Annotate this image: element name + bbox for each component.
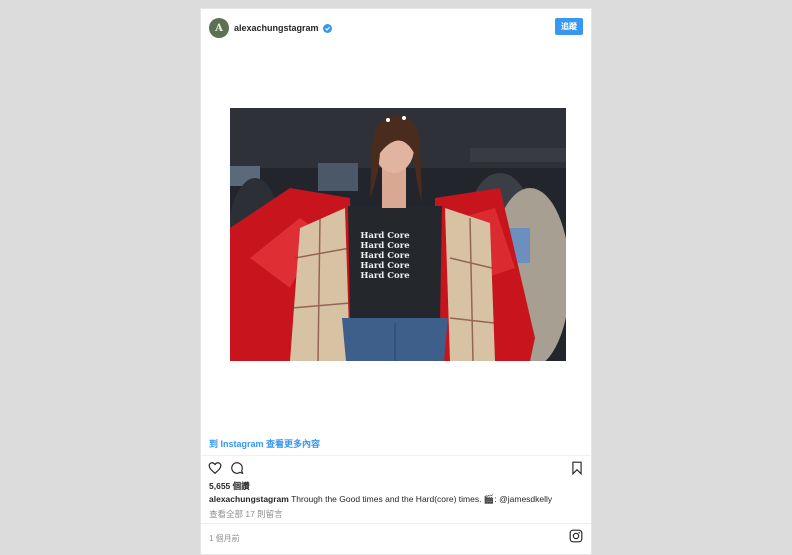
bookmark-icon[interactable]	[570, 461, 584, 475]
view-all-comments-link[interactable]: 查看全部 17 則留言	[209, 508, 283, 520]
caption-username[interactable]: alexachungstagram	[209, 494, 289, 504]
post-timestamp: 1 個月前	[209, 534, 240, 543]
follow-button[interactable]: 追蹤	[555, 18, 583, 35]
shirt-text: Hard Core Hard Core Hard Core Hard Core …	[350, 231, 420, 281]
instagram-embed-card: A alexachungstagram 追蹤 Hard Core Hard Co…	[200, 8, 592, 555]
avatar[interactable]: A	[209, 18, 229, 38]
shirt-text-line: Hard Core	[360, 271, 410, 281]
verified-badge-icon	[322, 23, 332, 33]
comment-icon[interactable]	[230, 461, 244, 475]
post-header: A alexachungstagram 追蹤	[209, 17, 583, 39]
shirt-text-line: Hard Core	[360, 231, 410, 241]
view-on-instagram-link[interactable]: 到 Instagram 查看更多內容	[209, 437, 320, 450]
divider	[201, 523, 591, 524]
caption: alexachungstagram Through the Good times…	[209, 494, 583, 505]
instagram-icon[interactable]	[569, 529, 583, 543]
like-count[interactable]: 5,655 個讚	[209, 480, 250, 492]
shirt-text-line: Hard Core	[360, 251, 410, 261]
shirt-text-line: Hard Core	[360, 261, 410, 271]
divider	[201, 455, 591, 456]
heart-icon[interactable]	[208, 461, 222, 475]
caption-text: Through the Good times and the Hard(core…	[291, 494, 553, 504]
shirt-text-line: Hard Core	[360, 241, 410, 251]
username[interactable]: alexachungstagram	[234, 23, 319, 33]
action-bar	[208, 460, 584, 476]
